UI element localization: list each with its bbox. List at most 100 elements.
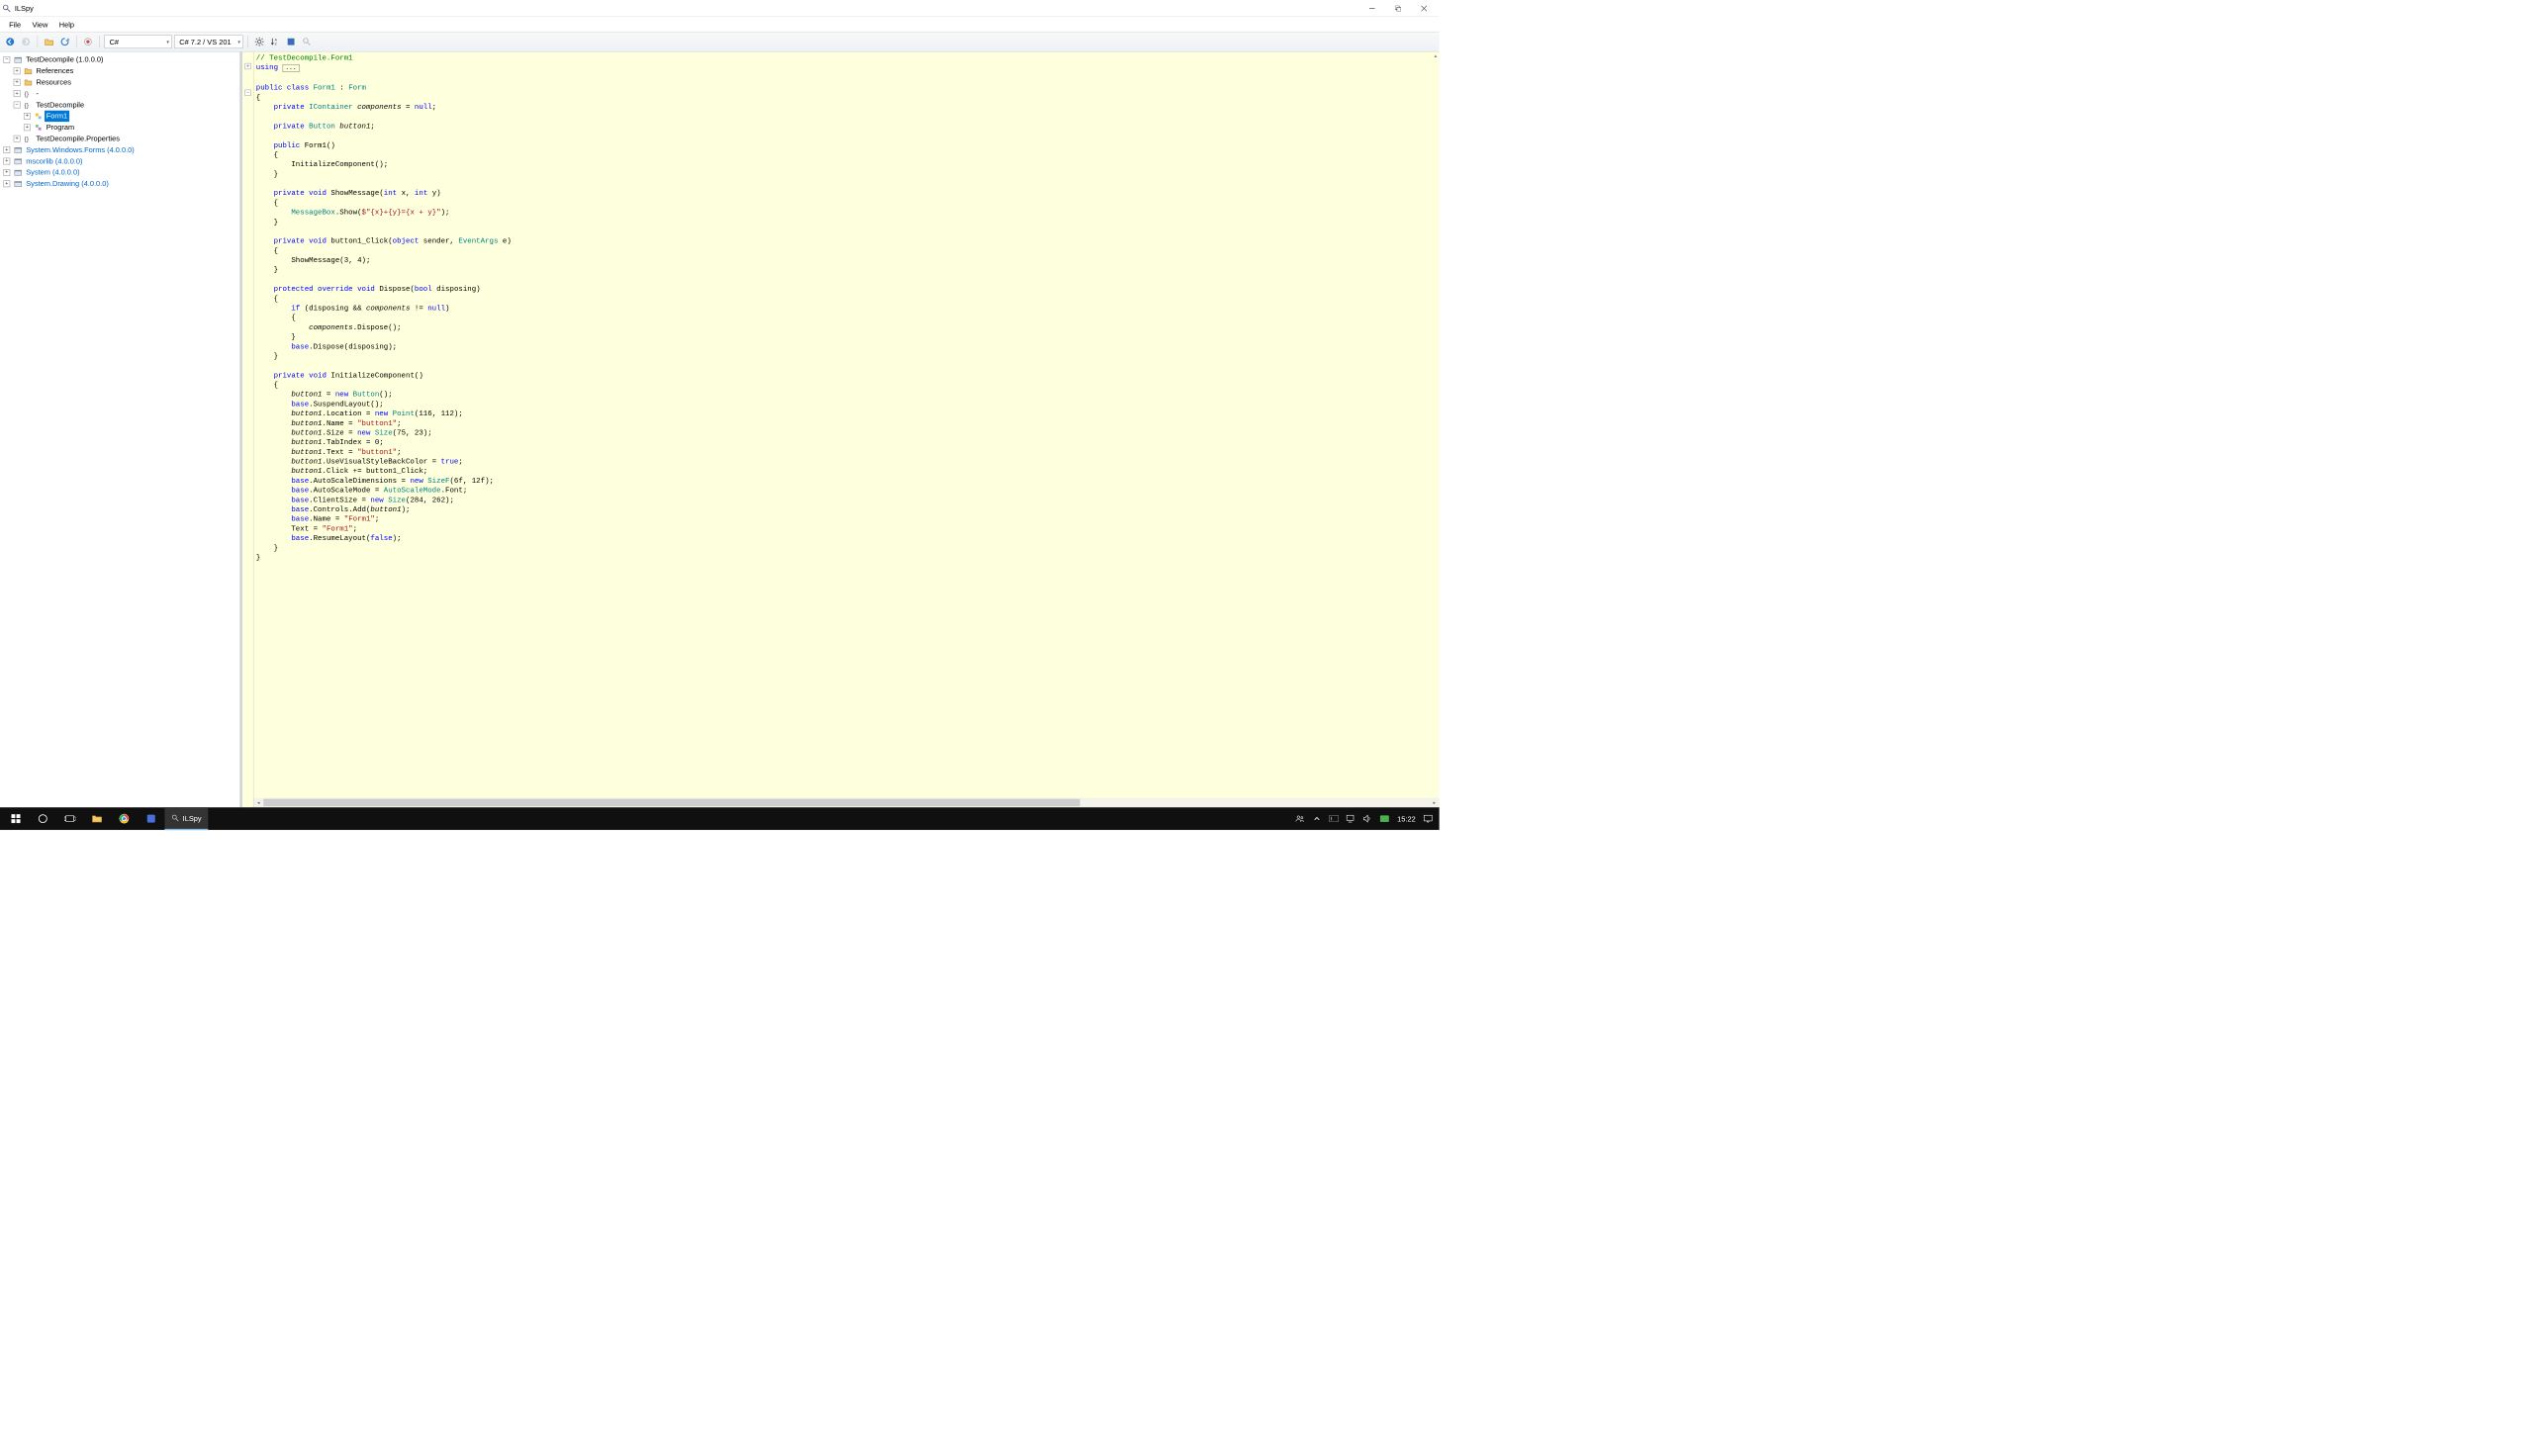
tree-node-label: TestDecompile.Properties [35, 134, 122, 144]
search-button[interactable] [300, 35, 314, 48]
taskbar-active-app[interactable]: ILSpy [164, 807, 208, 830]
expander-icon[interactable]: + [14, 90, 21, 97]
menu-help[interactable]: Help [53, 18, 80, 31]
taskview-button[interactable] [56, 807, 83, 830]
tree-node-label: System.Drawing (4.0.0.0) [25, 178, 111, 189]
refresh-button[interactable] [58, 35, 72, 48]
tray-app-icon[interactable] [1380, 814, 1389, 823]
assembly-icon [14, 156, 23, 165]
menu-file[interactable]: File [3, 18, 26, 31]
minimize-button[interactable] [1359, 0, 1385, 17]
tree-node-label: System.Windows.Forms (4.0.0.0) [25, 144, 137, 155]
expander-icon[interactable]: − [14, 102, 21, 109]
forward-button[interactable] [19, 35, 33, 48]
tree-dash[interactable]: + {} - [14, 88, 240, 99]
network-icon[interactable] [1347, 814, 1356, 823]
people-icon[interactable] [1296, 814, 1305, 823]
tree-node-label: Resources [35, 77, 73, 88]
toolbar-separator [99, 36, 100, 48]
stop-button[interactable] [284, 35, 298, 48]
system-tray: 15:22 [1296, 814, 1438, 823]
language-combo[interactable]: C# ▾ [104, 35, 171, 48]
main-area: − TestDecompile (1.0.0.0) + References + [0, 51, 1440, 807]
expander-icon[interactable]: + [3, 169, 10, 176]
expander-icon[interactable]: + [3, 146, 10, 153]
notifications-icon[interactable] [1424, 814, 1433, 823]
expander-icon[interactable]: + [14, 67, 21, 74]
menu-view[interactable]: View [27, 18, 53, 31]
tree-ref-assembly[interactable]: + mscorlib (4.0.0.0) [3, 155, 239, 166]
expander-icon[interactable]: + [14, 79, 21, 86]
horizontal-scrollbar[interactable]: ◂ ▸ [254, 798, 1440, 808]
taskbar: ILSpy 15:22 [0, 807, 1440, 830]
tree-properties[interactable]: + {} TestDecompile.Properties [14, 134, 240, 144]
toolbar: C# ▾ C# 7.2 / VS 201 ▾ AZ [0, 32, 1440, 52]
expander-icon[interactable]: + [24, 124, 31, 131]
tree-node-label: TestDecompile (1.0.0.0) [25, 54, 106, 65]
fold-icon[interactable]: + [244, 63, 250, 69]
tree-ref-assembly[interactable]: + System (4.0.0.0) [3, 167, 239, 178]
expander-icon[interactable]: + [3, 180, 10, 187]
cortana-button[interactable] [30, 807, 56, 830]
start-button[interactable] [2, 807, 29, 830]
assembly-icon [14, 179, 23, 188]
taskbar-app-label: ILSpy [183, 814, 202, 823]
back-button[interactable] [3, 35, 17, 48]
tree-node-label: System (4.0.0.0) [25, 167, 82, 178]
tree-namespace[interactable]: − {} TestDecompile [14, 99, 240, 110]
taskbar-clock[interactable]: 15:22 [1397, 814, 1416, 823]
close-button[interactable] [1411, 0, 1437, 17]
volume-icon[interactable] [1363, 814, 1372, 823]
assembly-tree-panel[interactable]: − TestDecompile (1.0.0.0) + References + [0, 51, 242, 807]
scroll-right-icon[interactable]: ▸ [1430, 798, 1440, 808]
chevron-down-icon: ▾ [237, 39, 240, 45]
expander-icon[interactable]: + [14, 136, 21, 142]
version-combo-value: C# 7.2 / VS 201 [179, 38, 231, 46]
chrome-button[interactable] [111, 807, 138, 830]
pinned-app-button[interactable] [138, 807, 164, 830]
tree-node-label: - [35, 88, 41, 99]
tree-ref-assembly[interactable]: + System.Drawing (4.0.0.0) [3, 178, 239, 189]
language-combo-value: C# [110, 38, 119, 46]
code-viewer[interactable]: ▴ + − // TestDecompile.Form1 using ... p… [242, 51, 1440, 807]
chevron-down-icon: ▾ [166, 39, 169, 45]
toolbar-separator [76, 36, 77, 48]
tree-node-label: Program [45, 122, 76, 133]
tree-program[interactable]: + Program [24, 122, 239, 133]
tree-form1[interactable]: + Form1 [24, 111, 239, 122]
scrollbar-thumb[interactable] [263, 799, 1079, 806]
assembly-icon[interactable] [81, 35, 95, 48]
tray-chevron-icon[interactable] [1313, 814, 1322, 823]
menubar: File View Help [0, 17, 1440, 32]
code-content[interactable]: // TestDecompile.Form1 using ... public … [254, 51, 1440, 807]
expander-icon[interactable]: + [24, 113, 31, 120]
tree-root[interactable]: − TestDecompile (1.0.0.0) [3, 54, 239, 65]
input-icon[interactable] [1330, 814, 1339, 823]
class-icon [34, 112, 43, 121]
tree-resources[interactable]: + Resources [14, 77, 240, 88]
window-titlebar: ILSpy [0, 0, 1440, 17]
folder-icon [24, 66, 33, 75]
maximize-button[interactable] [1385, 0, 1411, 17]
toolbar-separator [247, 36, 248, 48]
svg-text:{}: {} [25, 102, 30, 109]
expander-icon[interactable]: + [3, 158, 10, 165]
app-icon [171, 814, 179, 822]
expander-icon[interactable]: − [3, 56, 10, 63]
version-combo[interactable]: C# 7.2 / VS 201 ▾ [174, 35, 243, 48]
tree-node-label: Form1 [45, 111, 69, 122]
assembly-icon [14, 145, 23, 154]
open-button[interactable] [43, 35, 56, 48]
tree-node-label: mscorlib (4.0.0.0) [25, 155, 85, 166]
scroll-up-icon[interactable]: ▴ [1434, 53, 1437, 59]
code-gutter[interactable]: + − [242, 51, 253, 807]
sort-button[interactable]: AZ [268, 35, 282, 48]
settings-button[interactable] [253, 35, 267, 48]
assembly-icon [14, 55, 23, 64]
tree-references[interactable]: + References [14, 65, 240, 76]
namespace-icon: {} [24, 100, 33, 109]
scroll-left-icon[interactable]: ◂ [254, 798, 264, 808]
tree-ref-assembly[interactable]: + System.Windows.Forms (4.0.0.0) [3, 144, 239, 155]
fold-icon[interactable]: − [244, 90, 250, 96]
explorer-button[interactable] [83, 807, 110, 830]
